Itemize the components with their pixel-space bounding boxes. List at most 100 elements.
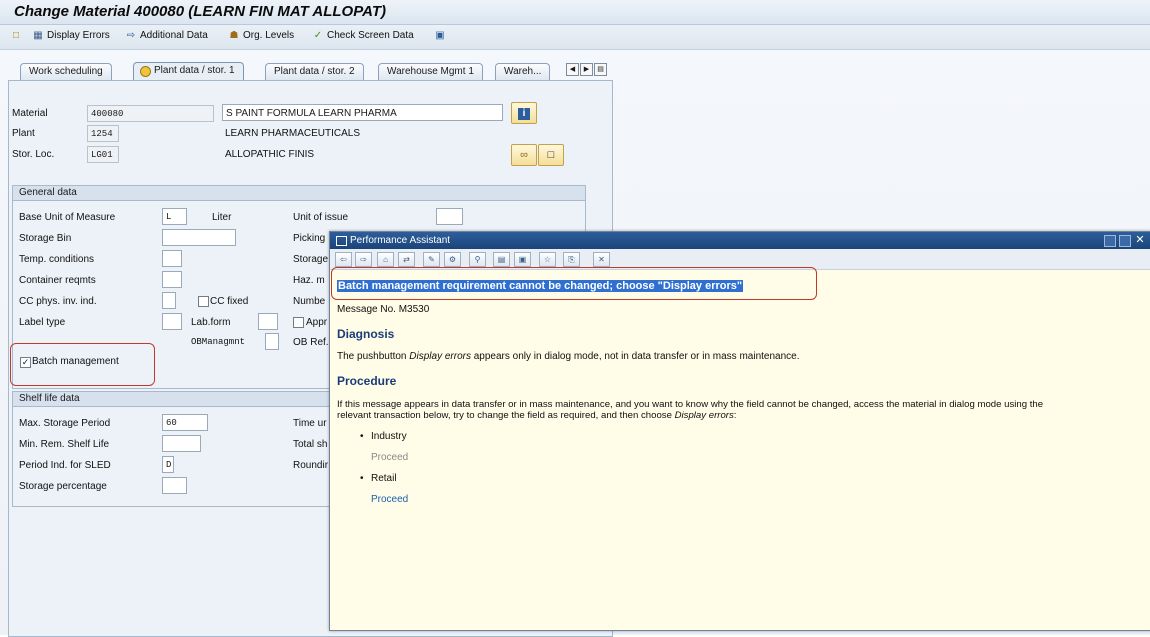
tab-plant-data-stor-2[interactable]: Plant data / stor. 2 — [265, 63, 364, 80]
pa-diagnosis-text: The pushbutton Display errors appears on… — [337, 351, 800, 362]
pa-message-number: Message No. M3530 — [337, 304, 430, 315]
tab-scroll-right-icon[interactable]: ▶ — [580, 63, 593, 76]
appr-label: Appr — [306, 317, 328, 328]
period-sled-field[interactable]: D — [162, 456, 174, 473]
search-icon[interactable]: ⚲ — [469, 252, 486, 267]
max-storage-field[interactable]: 60 — [162, 414, 208, 431]
haz-material-label: Haz. m — [293, 275, 325, 286]
appr-checkbox[interactable] — [293, 317, 304, 328]
glasses-button[interactable]: ∞ — [511, 144, 537, 166]
ob-ref-label: OB Ref. — [293, 337, 329, 348]
lab-form-field[interactable] — [258, 313, 278, 330]
pa-window-icon — [336, 236, 347, 246]
base-uom-field[interactable]: L — [162, 208, 187, 225]
pa-diagnosis-heading: Diagnosis — [337, 327, 395, 341]
window-title: Change Material 400080 (LEARN FIN MAT AL… — [14, 3, 386, 20]
stor-loc-description: ALLOPATHIC FINIS — [225, 149, 315, 160]
minimize-icon[interactable] — [1104, 235, 1116, 247]
base-uom-text: Liter — [212, 212, 232, 223]
label-type-field[interactable] — [162, 313, 182, 330]
info-icon: i — [518, 108, 530, 120]
label-type-label: Label type — [19, 317, 66, 328]
application-toolbar: □ ▦ Display Errors ⇨ Additional Data ☗ O… — [0, 25, 1150, 50]
temp-conditions-field[interactable] — [162, 250, 182, 267]
unit-of-issue-field[interactable] — [436, 208, 463, 225]
cc-fixed-checkbox[interactable] — [198, 296, 209, 307]
pa-title: Performance Assistant — [350, 235, 451, 246]
period-sled-label: Period Ind. for SLED — [19, 460, 111, 471]
storage-percentage-field[interactable] — [162, 477, 187, 494]
picking-area-label: Picking — [293, 233, 326, 244]
tab-status-icon — [140, 66, 151, 77]
document-icon: □ — [547, 149, 555, 161]
glasses-icon: ∞ — [520, 149, 528, 161]
info-button[interactable]: i — [511, 102, 537, 124]
batch-management-highlight — [10, 343, 155, 386]
storage-percentage-label: Storage percentage — [19, 481, 107, 492]
pa-procedure-text: If this message appears in data transfer… — [337, 399, 1044, 421]
industry-proceed-link[interactable]: Proceed — [371, 452, 408, 463]
grid-icon: ▦ — [33, 30, 43, 41]
tab-warehouse-mgmt-1[interactable]: Warehouse Mgmt 1 — [378, 63, 483, 80]
base-uom-label: Base Unit of Measure — [19, 212, 116, 223]
time-unit-label: Time ur — [293, 418, 327, 429]
tab-label: Plant data / stor. 1 — [154, 65, 235, 76]
arrow-right-icon: ⇨ — [126, 30, 136, 41]
container-reqmts-field[interactable] — [162, 271, 182, 288]
org-levels-button[interactable]: ☗ Org. Levels — [228, 30, 295, 41]
settings-icon[interactable]: ⚙ — [444, 252, 461, 267]
additional-data-button[interactable]: ⇨ Additional Data — [125, 30, 208, 41]
maximize-icon[interactable] — [1119, 235, 1131, 247]
stor-loc-label: Stor. Loc. — [12, 149, 55, 160]
message-highlight — [331, 267, 817, 300]
storage-bin-label: Storage Bin — [19, 233, 72, 244]
bullet-icon: • — [360, 431, 364, 442]
bullet-icon: • — [360, 473, 364, 484]
forward-icon[interactable]: ⇨ — [355, 252, 372, 267]
cc-fixed-label: CC fixed — [210, 296, 249, 307]
max-storage-label: Max. Storage Period — [19, 418, 111, 429]
tab-warehouse-more[interactable]: Wareh... — [495, 63, 551, 80]
storage-bin-field[interactable] — [162, 229, 236, 246]
home-icon[interactable]: ⌂ — [377, 252, 394, 267]
container-reqmts-label: Container reqmts — [19, 275, 96, 286]
navigation-icon[interactable]: ⇄ — [398, 252, 415, 267]
bookmark-icon[interactable]: ☆ — [539, 252, 556, 267]
cc-phys-inv-label: CC phys. inv. ind. — [19, 296, 97, 307]
plant-label: Plant — [12, 128, 35, 139]
create-button[interactable]: □ — [538, 144, 564, 166]
cc-phys-inv-field[interactable] — [162, 292, 176, 309]
lab-form-label: Lab.form — [191, 317, 231, 328]
material-label: Material — [12, 108, 48, 119]
min-rem-shelf-label: Min. Rem. Shelf Life — [19, 439, 110, 450]
tab-list-icon[interactable]: ▤ — [594, 63, 607, 76]
industry-label: Industry — [371, 431, 407, 442]
stor-loc-field: LG01 — [87, 146, 119, 163]
print-icon[interactable]: ⎘ — [563, 252, 580, 267]
ob-managmnt-field[interactable] — [265, 333, 279, 350]
close-icon[interactable]: ✕ — [1134, 233, 1146, 247]
close-window-icon[interactable]: ✕ — [593, 252, 610, 267]
lock-icon[interactable]: ▣ — [434, 30, 446, 41]
material-field: 400080 — [87, 105, 214, 122]
tab-work-scheduling[interactable]: Work scheduling — [20, 63, 112, 80]
back-icon[interactable]: ⇦ — [335, 252, 352, 267]
tab-scroll-left-icon[interactable]: ◀ — [566, 63, 579, 76]
retail-proceed-link[interactable]: Proceed — [371, 494, 408, 505]
unit-of-issue-label: Unit of issue — [293, 212, 349, 223]
tab-strip: Work scheduling Plant data / stor. 1 Pla… — [8, 62, 611, 81]
technical-info-icon[interactable]: ✎ — [423, 252, 440, 267]
other-material-icon[interactable]: □ — [10, 30, 22, 41]
tab-plant-data-stor-1[interactable]: Plant data / stor. 1 — [133, 62, 244, 81]
temp-conditions-label: Temp. conditions — [19, 254, 95, 265]
display-errors-button[interactable]: ▦ Display Errors — [32, 30, 110, 41]
plant-description: LEARN PHARMACEUTICALS — [225, 128, 361, 139]
pa-procedure-heading: Procedure — [337, 374, 397, 388]
min-rem-shelf-field[interactable] — [162, 435, 201, 452]
org-tree-icon: ☗ — [229, 30, 239, 41]
retail-label: Retail — [371, 473, 397, 484]
material-description-field[interactable]: S PAINT FORMULA LEARN PHARMA — [222, 104, 503, 121]
book-icon[interactable]: ▤ — [493, 252, 510, 267]
link-icon[interactable]: ▣ — [514, 252, 531, 267]
check-screen-data-button[interactable]: ✓ Check Screen Data — [312, 30, 414, 41]
